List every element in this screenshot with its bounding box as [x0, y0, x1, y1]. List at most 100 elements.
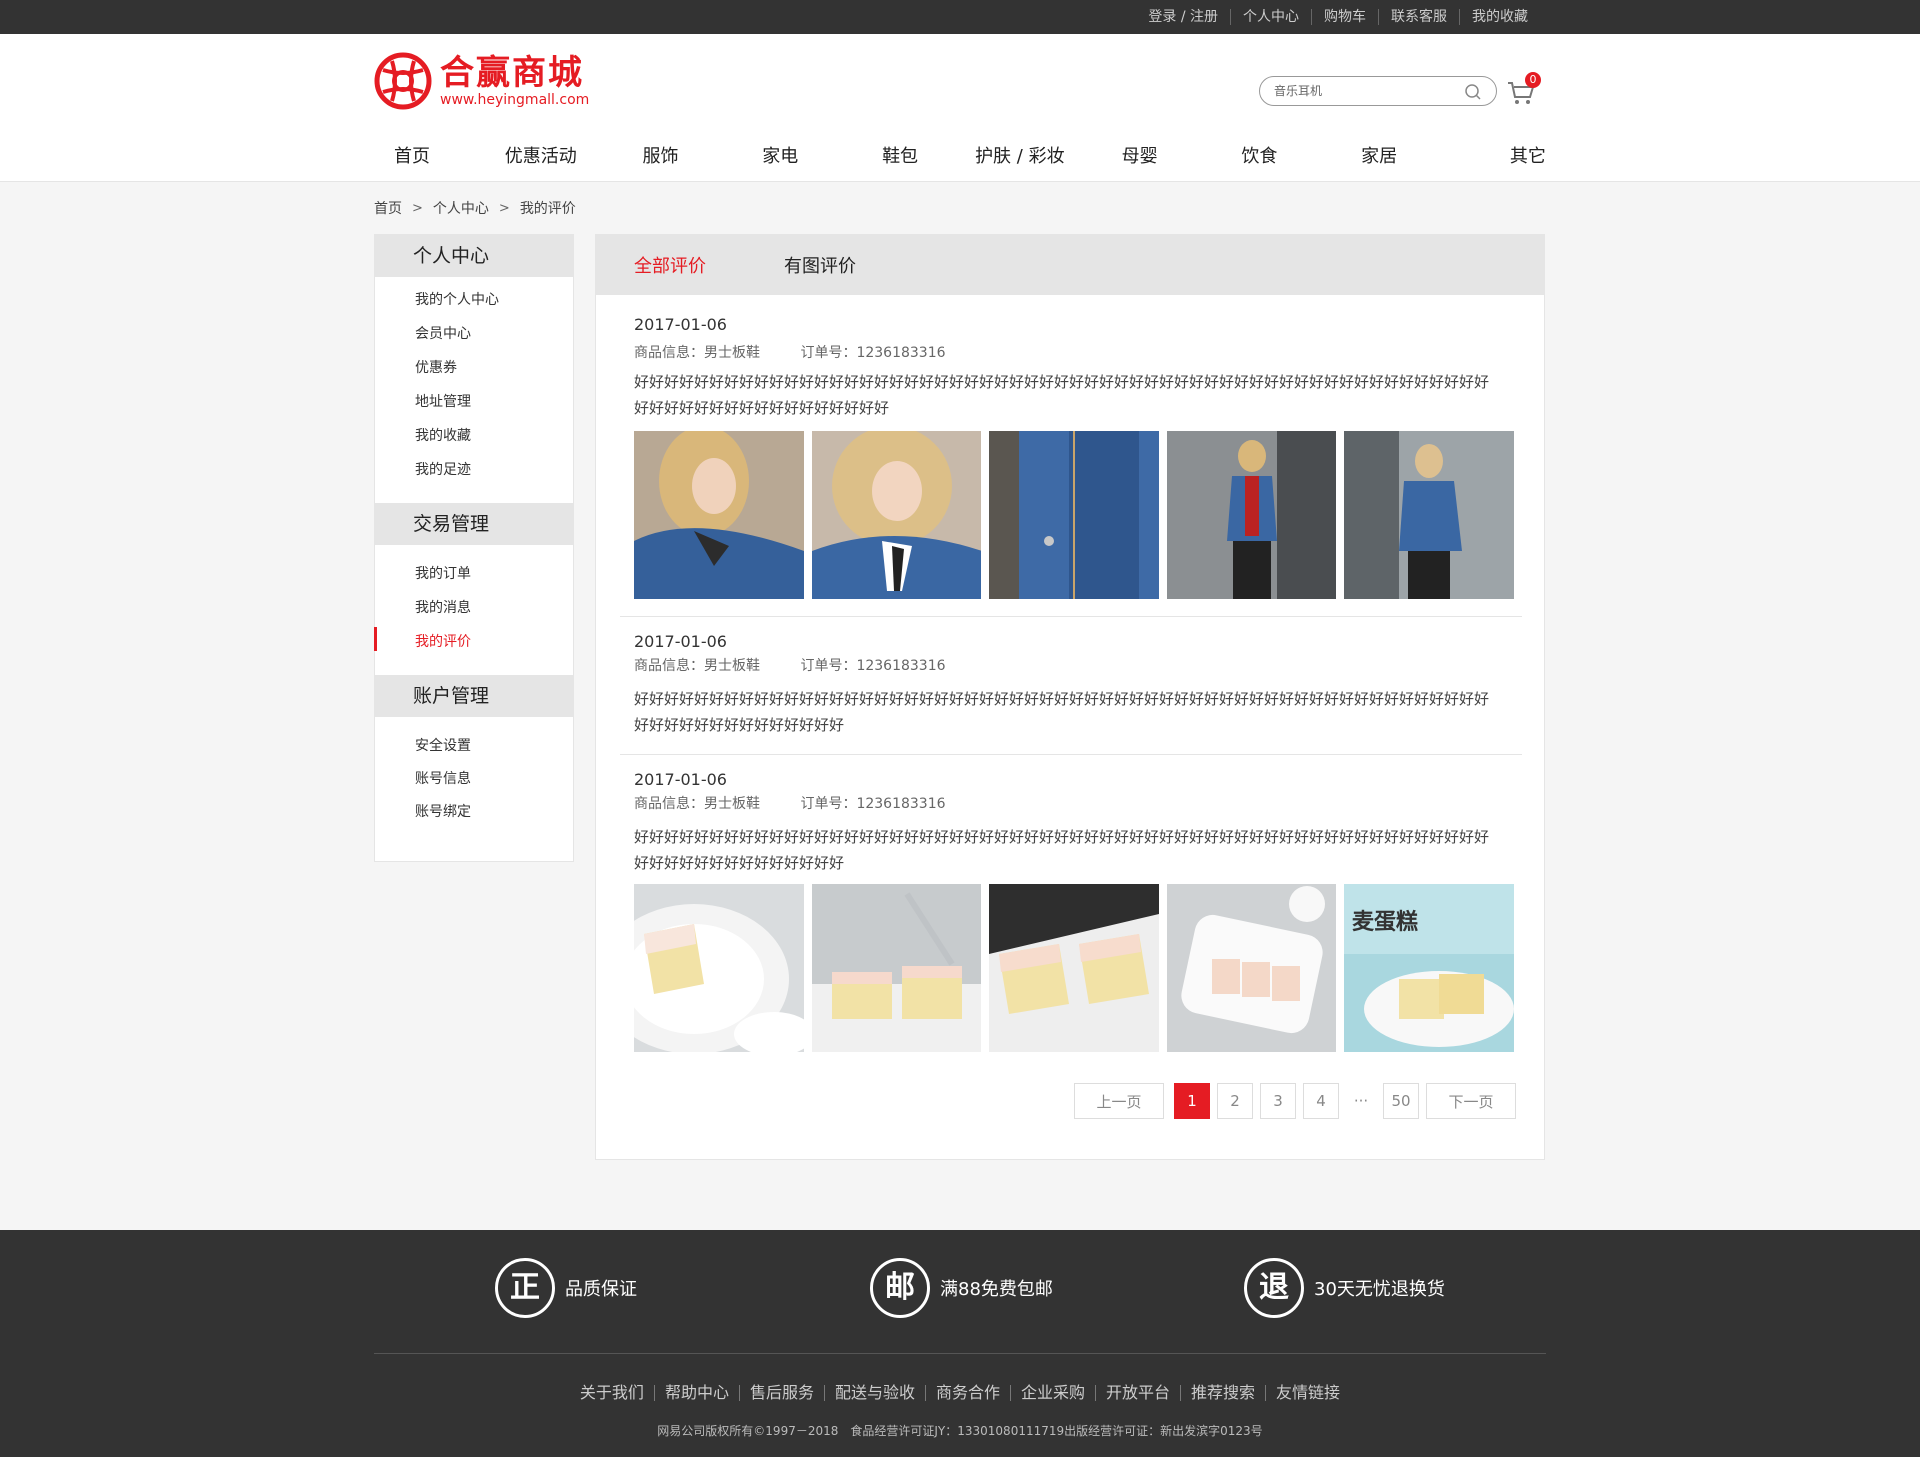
footer-link-help[interactable]: 帮助中心 [653, 1385, 739, 1401]
cart-link[interactable]: 购物车 [1311, 9, 1378, 25]
nav-shoes-bags[interactable]: 鞋包 [853, 140, 947, 174]
nav-other[interactable]: 其它 [1452, 140, 1546, 174]
search-input[interactable] [1274, 84, 1464, 98]
review-photo-denim-3[interactable] [989, 431, 1159, 599]
breadcrumb-home[interactable]: 首页 [374, 198, 402, 218]
copyright: 网易公司版权所有©1997－2018 食品经营许可证JY：13301080111… [657, 1424, 1263, 1438]
pagination-ellipsis: ··· [1346, 1083, 1376, 1119]
footer-link-friends[interactable]: 友情链接 [1265, 1385, 1350, 1401]
tab-image-reviews[interactable]: 有图评价 [784, 252, 856, 278]
product-label: 商品信息： [634, 345, 704, 361]
sidebar-item-membership[interactable]: 会员中心 [375, 323, 573, 357]
breadcrumb: 首页 > 个人中心 > 我的评价 [374, 198, 576, 218]
feature-returns: 退 30天无忧退换货 [1244, 1258, 1445, 1318]
nav-skincare[interactable]: 护肤 / 彩妆 [973, 140, 1067, 174]
shipping-icon: 邮 [870, 1258, 930, 1318]
review-photo-cake-2[interactable] [811, 884, 982, 1052]
login-register-link[interactable]: 登录 / 注册 [1136, 9, 1230, 25]
footer-link-about[interactable]: 关于我们 [570, 1385, 654, 1401]
sidebar-item-reviews[interactable]: 我的评价 [374, 627, 573, 665]
review-text: 好好好好好好好好好好好好好好好好好好好好好好好好好好好好好好好好好好好好好好好好… [634, 690, 1490, 734]
order-label: 订单号： [800, 796, 857, 812]
sidebar: 个人中心 我的个人中心 会员中心 优惠券 地址管理 我的收藏 我的足迹 交易管理… [374, 234, 574, 862]
page-50-button[interactable]: 50 [1383, 1083, 1419, 1119]
footer-link-open-platform[interactable]: 开放平台 [1095, 1385, 1180, 1401]
footer-link-search[interactable]: 推荐搜索 [1180, 1385, 1265, 1401]
review-photo-cake-package[interactable]: 麦蛋糕 [1344, 884, 1514, 1052]
nav-baby[interactable]: 母婴 [1093, 140, 1187, 174]
review-photo-denim-5[interactable] [1344, 431, 1514, 599]
product-name[interactable]: 男士板鞋 [704, 658, 760, 674]
order-number: 1236183316 [856, 796, 946, 812]
sidebar-item-orders[interactable]: 我的订单 [375, 563, 573, 597]
tab-all-reviews[interactable]: 全部评价 [634, 252, 706, 278]
footer-link-business[interactable]: 商务合作 [924, 1385, 1010, 1401]
prev-page-button[interactable]: 上一页 [1074, 1083, 1164, 1119]
product-name[interactable]: 男士板鞋 [704, 345, 760, 361]
feature-free-shipping: 邮 满88免费包邮 [870, 1258, 1053, 1318]
order-number: 1236183316 [856, 658, 946, 674]
nav-food[interactable]: 饮食 [1212, 140, 1306, 174]
product-name[interactable]: 男士板鞋 [704, 796, 760, 812]
review-date: 2017-01-06 [634, 770, 727, 789]
feature-label: 品质保证 [565, 1279, 637, 1300]
nav-appliances[interactable]: 家电 [733, 140, 827, 174]
reviews-panel: 全部评价 有图评价 2017-01-06 商品信息：男士板鞋 订单号：12361… [595, 234, 1545, 1160]
search-icon[interactable] [1464, 83, 1482, 101]
pagination: 上一页 1 2 3 4 ··· 50 下一页 [1067, 1083, 1516, 1119]
page-2-button[interactable]: 2 [1217, 1083, 1253, 1119]
nav-apparel[interactable]: 服饰 [614, 140, 708, 174]
nav-promotions[interactable]: 优惠活动 [494, 140, 588, 174]
sidebar-item-messages[interactable]: 我的消息 [375, 597, 573, 631]
review-date: 2017-01-06 [634, 315, 727, 334]
review-text: 好好好好好好好好好好好好好好好好好好好好好好好好好好好好好好好好好好好好好好好好… [634, 828, 1490, 872]
sidebar-item-security[interactable]: 安全设置 [375, 735, 573, 768]
page-4-button[interactable]: 4 [1303, 1083, 1339, 1119]
footer-links: 关于我们 帮助中心 售后服务 配送与验收 商务合作 企业采购 开放平台 推荐搜索… [0, 1385, 1920, 1401]
sidebar-item-history[interactable]: 我的足迹 [375, 459, 573, 493]
review-images: 麦蛋糕 [634, 884, 1522, 1052]
review-photo-cake-4[interactable] [1166, 884, 1337, 1052]
customer-service-link[interactable]: 联系客服 [1378, 9, 1459, 25]
sidebar-item-account-info[interactable]: 账号信息 [375, 768, 573, 801]
footer-link-procurement[interactable]: 企业采购 [1010, 1385, 1095, 1401]
sidebar-item-addresses[interactable]: 地址管理 [375, 391, 573, 425]
footer-link-delivery[interactable]: 配送与验收 [823, 1385, 925, 1401]
sidebar-item-coupons[interactable]: 优惠券 [375, 357, 573, 391]
page-1-button[interactable]: 1 [1174, 1083, 1210, 1119]
logo-icon [374, 52, 432, 110]
review-photo-denim-4[interactable] [1166, 431, 1337, 599]
footer-link-after-sales[interactable]: 售后服务 [738, 1385, 824, 1401]
product-label: 商品信息： [634, 796, 704, 812]
personal-center-link[interactable]: 个人中心 [1230, 9, 1311, 25]
review-photo-cake-1[interactable] [634, 884, 804, 1052]
nav-home-living[interactable]: 家居 [1332, 140, 1426, 174]
product-label: 商品信息： [634, 658, 704, 674]
sidebar-group-title: 交易管理 [375, 503, 573, 545]
review-photo-denim-2[interactable] [811, 431, 982, 599]
review-meta: 商品信息：男士板鞋 订单号：1236183316 [634, 658, 1522, 674]
cart-count-badge: 0 [1525, 72, 1541, 88]
header: 合赢商城 www.heyingmall.com 0 首页 优惠活动 服饰 家电 … [0, 34, 1920, 182]
logo[interactable]: 合赢商城 www.heyingmall.com [374, 52, 589, 110]
divider [620, 616, 1522, 617]
sidebar-item-account-binding[interactable]: 账号绑定 [375, 801, 573, 834]
feature-quality: 正 品质保证 [495, 1258, 637, 1318]
review-photo-cake-3[interactable] [989, 884, 1159, 1052]
footer: 正 品质保证 邮 满88免费包邮 退 30天无忧退换货 关于我们 帮助中心 售后… [0, 1230, 1920, 1457]
sidebar-item-my-center[interactable]: 我的个人中心 [375, 289, 573, 323]
review-meta: 商品信息：男士板鞋 订单号：1236183316 [634, 796, 1522, 812]
cart-button[interactable]: 0 [1506, 72, 1541, 108]
sidebar-group-title: 账户管理 [375, 675, 573, 717]
favorites-link[interactable]: 我的收藏 [1459, 9, 1540, 25]
review-photo-denim-1[interactable] [634, 431, 804, 599]
logo-name: 合赢商城 [440, 53, 584, 93]
order-label: 订单号： [800, 658, 857, 674]
sidebar-item-favorites[interactable]: 我的收藏 [375, 425, 573, 459]
top-links: 登录 / 注册 个人中心 购物车 联系客服 我的收藏 [1136, 0, 1540, 34]
page-3-button[interactable]: 3 [1260, 1083, 1296, 1119]
breadcrumb-personal-center[interactable]: 个人中心 [433, 198, 489, 218]
nav-home[interactable]: 首页 [374, 140, 468, 174]
review-item: 2017-01-06 商品信息：男士板鞋 订单号：1236183316 好好好好… [634, 315, 1522, 599]
next-page-button[interactable]: 下一页 [1426, 1083, 1516, 1119]
